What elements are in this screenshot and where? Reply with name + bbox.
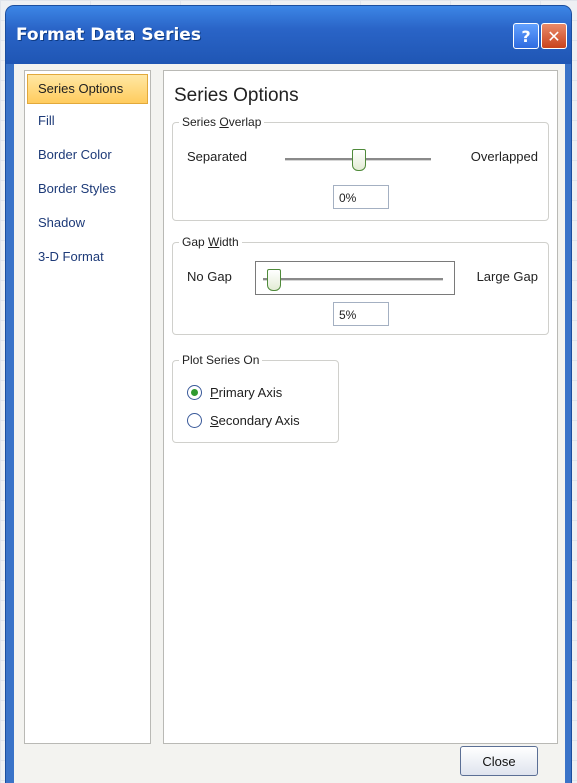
format-data-series-dialog: Format Data Series ? ✕ Series Options Fi… xyxy=(6,6,571,783)
nav-item-series-options[interactable]: Series Options xyxy=(27,74,148,104)
no-gap-label: No Gap xyxy=(187,269,232,284)
primary-axis-radio[interactable] xyxy=(187,385,202,400)
large-gap-label: Large Gap xyxy=(476,269,538,284)
secondary-axis-label: Secondary Axis xyxy=(210,413,300,428)
nav-item-border-color[interactable]: Border Color xyxy=(25,138,150,172)
gap-slider-thumb[interactable] xyxy=(266,269,281,291)
series-options-panel: Series Options Series Overlap Separated … xyxy=(163,70,558,744)
panel-title: Series Options xyxy=(174,85,299,106)
gap-width-legend: Gap Width xyxy=(182,235,239,249)
plot-series-on-legend: Plot Series On xyxy=(182,353,260,367)
gap-slider-track[interactable] xyxy=(263,278,443,281)
dialog-title: Format Data Series xyxy=(16,25,201,45)
series-overlap-legend: Series Overlap xyxy=(182,115,262,129)
series-overlap-group: Series Overlap Separated Overlapped 0% xyxy=(172,115,549,221)
dialog-body: Series Options Fill Border Color Border … xyxy=(14,64,565,783)
overlap-value-input[interactable]: 0% xyxy=(333,185,389,209)
help-icon[interactable]: ? xyxy=(513,23,539,49)
primary-axis-option[interactable]: Primary Axis xyxy=(187,385,282,400)
overlap-slider-thumb[interactable] xyxy=(352,149,366,171)
close-icon[interactable]: ✕ xyxy=(541,23,567,49)
gap-value-input[interactable]: 5% xyxy=(333,302,389,326)
nav-item-fill[interactable]: Fill xyxy=(25,104,150,138)
close-button[interactable]: Close xyxy=(460,746,538,776)
separated-label: Separated xyxy=(187,149,247,164)
secondary-axis-radio[interactable] xyxy=(187,413,202,428)
gap-width-group: Gap Width No Gap Large Gap 5% xyxy=(172,235,549,335)
category-list: Series Options Fill Border Color Border … xyxy=(24,70,151,744)
nav-item-3d-format[interactable]: 3-D Format xyxy=(25,240,150,274)
nav-item-border-styles[interactable]: Border Styles xyxy=(25,172,150,206)
primary-axis-label: Primary Axis xyxy=(210,385,283,400)
nav-item-shadow[interactable]: Shadow xyxy=(25,206,150,240)
overlapped-label: Overlapped xyxy=(470,149,538,164)
plot-series-on-group: Plot Series On Primary Axis Secondary Ax… xyxy=(172,353,339,443)
secondary-axis-option[interactable]: Secondary Axis xyxy=(187,413,300,428)
title-bar[interactable]: Format Data Series ? ✕ xyxy=(6,6,571,64)
